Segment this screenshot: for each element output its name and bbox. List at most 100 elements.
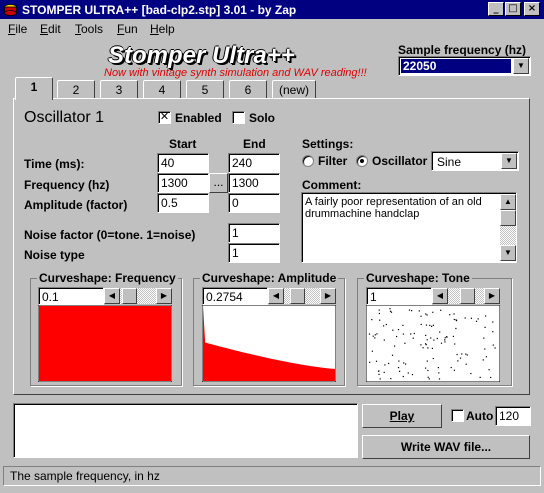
- curve-fill: [39, 306, 171, 381]
- curveshape-amplitude-graph[interactable]: [202, 305, 336, 382]
- amplitude-label: Amplitude (factor): [24, 198, 128, 212]
- noise-dot: [388, 362, 390, 365]
- menu-help[interactable]: Help: [150, 22, 175, 36]
- noise-dot: [404, 342, 406, 344]
- write-wav-button[interactable]: Write WAV file...: [362, 435, 530, 459]
- slider-right-button[interactable]: ▶: [484, 288, 500, 304]
- noise-dot: [427, 347, 429, 349]
- frequency-picker-button[interactable]: ...: [209, 173, 228, 193]
- time-start-input[interactable]: 40: [157, 153, 209, 173]
- waveform-select[interactable]: Sine ▼: [431, 151, 519, 171]
- curveshape-frequency-slider[interactable]: ◀ ▶: [104, 288, 172, 304]
- noise-dot: [464, 317, 466, 319]
- noise-dot: [383, 339, 385, 341]
- title-bar[interactable]: STOMPER ULTRA++ [bad-clp2.stp] 3.01 - by…: [0, 0, 544, 19]
- slider-left-button[interactable]: ◀: [268, 288, 284, 304]
- tab-2[interactable]: 2: [57, 80, 95, 99]
- comment-label: Comment:: [302, 178, 362, 192]
- noise-dot: [425, 324, 428, 326]
- noise-factor-input[interactable]: 1: [228, 223, 280, 243]
- waveform-dropdown-button[interactable]: ▼: [501, 153, 517, 169]
- comment-textarea[interactable]: A fairly poor representation of an old d…: [301, 192, 517, 263]
- noise-dot: [418, 310, 420, 312]
- curveshape-amplitude-input[interactable]: 0.2754: [202, 287, 268, 305]
- sample-frequency-select[interactable]: 22050 ▼: [398, 56, 531, 76]
- slider-thumb[interactable]: [459, 288, 475, 304]
- noise-dot: [402, 333, 404, 335]
- noise-dot: [461, 353, 463, 355]
- auto-checkbox[interactable]: [451, 409, 464, 422]
- menu-tools[interactable]: Tools: [75, 22, 103, 36]
- curveshape-tone-input[interactable]: 1: [366, 287, 432, 305]
- noise-type-input[interactable]: 1: [228, 243, 280, 263]
- slider-right-button[interactable]: ▶: [156, 288, 172, 304]
- slider-left-button[interactable]: ◀: [432, 288, 448, 304]
- frequency-start-input[interactable]: 1300: [157, 173, 209, 193]
- tab-6[interactable]: 6: [229, 80, 267, 99]
- noise-dot: [483, 337, 485, 339]
- menu-fun[interactable]: Fun: [117, 22, 138, 36]
- noise-dot: [456, 320, 458, 322]
- oscillator-radio[interactable]: [356, 155, 368, 167]
- amplitude-start-input[interactable]: 0.5: [157, 193, 209, 213]
- frequency-end-input[interactable]: 1300: [228, 173, 280, 193]
- chevron-right-icon: ▶: [488, 291, 496, 300]
- tab-1[interactable]: 1: [15, 77, 53, 100]
- curveshape-frequency-graph[interactable]: [38, 305, 172, 382]
- menu-edit[interactable]: Edit: [40, 22, 61, 36]
- noise-dot: [376, 333, 378, 335]
- tab-new[interactable]: (new): [272, 80, 316, 99]
- noise-dot: [485, 356, 487, 358]
- noise-dot: [445, 336, 448, 338]
- curveshape-tone-graph[interactable]: [366, 305, 500, 382]
- slider-left-button[interactable]: ◀: [104, 288, 120, 304]
- noise-dot: [399, 370, 401, 372]
- tab-3[interactable]: 3: [100, 80, 138, 99]
- noise-dot: [408, 309, 411, 311]
- end-header: End: [243, 137, 266, 151]
- tab-5[interactable]: 5: [186, 80, 224, 99]
- noise-dot: [396, 335, 398, 338]
- tab-4[interactable]: 4: [143, 80, 181, 99]
- noise-dot: [410, 333, 412, 335]
- noise-dot: [425, 313, 427, 315]
- noise-dot: [457, 360, 459, 362]
- curveshape-amplitude-slider[interactable]: ◀ ▶: [268, 288, 336, 304]
- curveshape-tone-slider[interactable]: ◀ ▶: [432, 288, 500, 304]
- minimize-button[interactable]: _: [488, 2, 504, 16]
- time-end-input[interactable]: 240: [228, 153, 280, 173]
- maximize-icon: □: [508, 3, 518, 14]
- noise-dot: [482, 359, 484, 361]
- slider-right-button[interactable]: ▶: [320, 288, 336, 304]
- settings-label: Settings:: [302, 137, 354, 151]
- close-button[interactable]: ×: [524, 2, 540, 16]
- noise-dot: [425, 367, 427, 369]
- menu-file[interactable]: File: [8, 22, 27, 36]
- noise-dot: [479, 376, 481, 378]
- curveshape-frequency-title: Curveshape: Frequency: [37, 271, 178, 285]
- noise-dot: [427, 369, 429, 372]
- enabled-checkbox[interactable]: ✕: [158, 111, 171, 124]
- scroll-up-button[interactable]: ▲: [500, 194, 516, 210]
- auto-label: Auto: [466, 409, 494, 423]
- scroll-down-button[interactable]: ▼: [500, 245, 516, 261]
- slider-thumb[interactable]: [122, 288, 138, 304]
- amplitude-end-input[interactable]: 0: [228, 193, 280, 213]
- filter-radio[interactable]: [302, 155, 314, 167]
- dropdown-button[interactable]: ▼: [513, 58, 529, 74]
- noise-dot: [453, 369, 455, 371]
- minimize-icon: _: [493, 3, 499, 14]
- app-title: Stomper Ultra++: [108, 42, 295, 69]
- comment-scrollbar[interactable]: ▲ ▼: [500, 194, 516, 261]
- auto-interval-input[interactable]: 120: [495, 406, 531, 426]
- scroll-thumb[interactable]: [500, 210, 516, 226]
- solo-checkbox[interactable]: [232, 111, 245, 124]
- curveshape-frequency-input[interactable]: 0.1: [38, 287, 104, 305]
- noise-dot: [378, 312, 380, 315]
- noise-dot: [420, 344, 422, 346]
- play-button[interactable]: Play: [362, 404, 442, 428]
- noise-dot: [420, 323, 422, 325]
- maximize-button[interactable]: □: [505, 2, 521, 16]
- noise-dot: [369, 361, 371, 363]
- slider-thumb[interactable]: [289, 288, 305, 304]
